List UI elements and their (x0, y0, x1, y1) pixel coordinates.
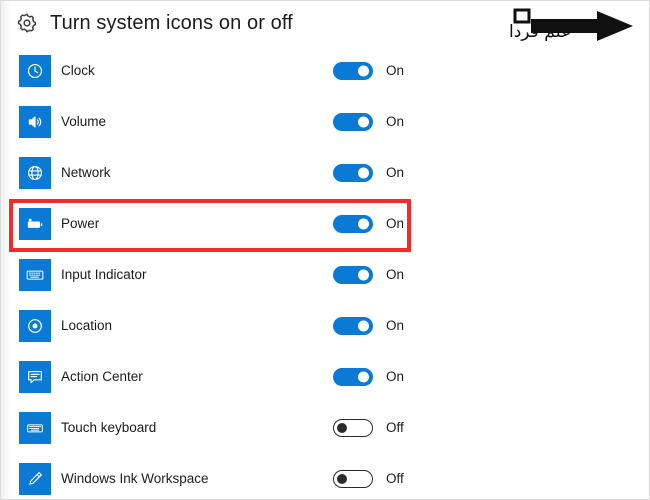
list-item[interactable]: Windows Ink Workspace Off (1, 453, 649, 499)
keyboard-icon (19, 258, 51, 291)
toggle-control[interactable]: On (333, 265, 405, 284)
battery-icon (19, 207, 51, 240)
clock-icon (19, 54, 51, 87)
list-item-label: Volume (61, 114, 107, 129)
page-title: Turn system icons on or off (50, 11, 293, 34)
speaker-icon (19, 105, 51, 138)
toggle-state-label: On (386, 216, 405, 231)
toggle-switch[interactable] (333, 214, 373, 233)
toggle-knob (358, 116, 369, 127)
chat-icon (19, 360, 51, 393)
list-item-label: Power (61, 216, 100, 231)
toggle-knob (358, 218, 369, 229)
toggle-knob (337, 422, 347, 433)
list-item[interactable]: Action Center On (1, 351, 649, 402)
toggle-knob (358, 371, 369, 382)
toggle-switch[interactable] (333, 316, 373, 335)
toggle-state-label: On (386, 165, 405, 180)
toggle-switch[interactable] (333, 367, 373, 386)
toggle-state-label: On (386, 114, 405, 129)
toggle-knob (358, 65, 369, 76)
settings-page: Turn system icons on or off علم فردا Clo… (0, 0, 650, 500)
toggle-state-label: Off (386, 420, 404, 435)
list-item[interactable]: Volume On (1, 96, 649, 147)
toggle-control[interactable]: On (333, 316, 405, 335)
list-item[interactable]: Location On (1, 300, 649, 351)
list-item-label: Location (61, 318, 113, 333)
list-item-label: Windows Ink Workspace (61, 471, 209, 486)
list-item-label: Input Indicator (61, 267, 147, 282)
touch-keyboard-icon (19, 411, 51, 444)
list-item[interactable]: Network On (1, 147, 649, 198)
toggle-state-label: Off (386, 471, 404, 486)
toggle-knob (358, 269, 369, 280)
toggle-switch[interactable] (333, 418, 373, 437)
toggle-switch[interactable] (333, 469, 373, 488)
toggle-control[interactable]: On (333, 214, 405, 233)
toggle-knob (358, 320, 369, 331)
page-header: Turn system icons on or off (1, 1, 293, 45)
list-item-label: Network (61, 165, 111, 180)
toggle-state-label: On (386, 369, 405, 384)
toggle-switch[interactable] (333, 61, 373, 80)
watermark: علم فردا (501, 5, 641, 53)
toggle-state-label: On (386, 63, 405, 78)
list-item[interactable]: Input Indicator On (1, 249, 649, 300)
toggle-state-label: On (386, 318, 405, 333)
list-item-label: Action Center (61, 369, 143, 384)
list-item[interactable]: Touch keyboard Off (1, 402, 649, 453)
watermark-text: علم فردا (509, 22, 572, 42)
system-icons-list: Clock On Volume On Network On Power On I… (1, 45, 649, 499)
toggle-knob (358, 167, 369, 178)
toggle-knob (337, 473, 347, 484)
toggle-control[interactable]: On (333, 367, 405, 386)
toggle-control[interactable]: Off (333, 418, 404, 437)
list-item-label: Touch keyboard (61, 420, 157, 435)
location-icon (19, 309, 51, 342)
toggle-control[interactable]: On (333, 163, 405, 182)
gear-icon (17, 13, 37, 33)
toggle-state-label: On (386, 267, 405, 282)
list-item[interactable]: Power On (1, 198, 649, 249)
globe-icon (19, 156, 51, 189)
toggle-control[interactable]: On (333, 61, 405, 80)
toggle-control[interactable]: Off (333, 469, 404, 488)
toggle-control[interactable]: On (333, 112, 405, 131)
toggle-switch[interactable] (333, 112, 373, 131)
toggle-switch[interactable] (333, 163, 373, 182)
list-item-label: Clock (61, 63, 95, 78)
toggle-switch[interactable] (333, 265, 373, 284)
pen-icon (19, 462, 51, 495)
